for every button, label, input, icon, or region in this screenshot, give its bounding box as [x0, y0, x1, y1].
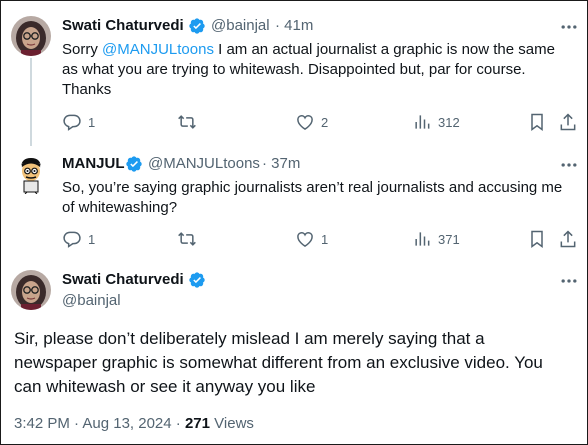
tweet-text-line2: as what you are trying to whitewash. Dis…	[62, 61, 526, 78]
tweet-time[interactable]: · 41m	[275, 17, 313, 34]
avatar-swati[interactable]	[11, 270, 51, 310]
main-tweet: Swati Chaturvedi @bainjal Sir, please do…	[0, 255, 588, 445]
view-count: 271	[184, 415, 210, 432]
like-icon	[297, 232, 313, 247]
reply-count: 1	[88, 231, 96, 247]
reply-icon	[63, 114, 81, 131]
retweet-button[interactable]	[177, 111, 197, 133]
main-tweet-text-line2: newspaper graphic is somewhat different …	[14, 353, 543, 372]
bookmark-icon	[531, 113, 543, 131]
retweet-icon	[178, 115, 196, 129]
tweet-time[interactable]: · 37m	[262, 155, 300, 172]
tweet-text-line1: I am an actual journalist a graphic is n…	[213, 41, 555, 58]
retweet-icon	[178, 232, 196, 246]
tweet-1[interactable]: Swati Chaturvedi @bainjal · 41m Sorry @M…	[0, 0, 588, 150]
author-handle[interactable]: @bainjal	[62, 292, 121, 309]
author-name[interactable]: Swati Chaturvedi	[62, 17, 184, 34]
tweet-meta: 3:42 PM · Aug 13, 2024 · 271 Views	[14, 415, 254, 432]
views-count: 371	[438, 231, 460, 247]
like-count: 2	[321, 114, 329, 130]
main-tweet-text-line3: can whitewash or see it anyway you like	[14, 377, 316, 396]
bookmark-button[interactable]	[527, 111, 547, 133]
share-icon	[560, 230, 576, 248]
verified-badge-icon[interactable]	[125, 155, 143, 173]
reply-icon	[63, 231, 81, 248]
verified-badge-icon[interactable]	[188, 271, 206, 289]
more-options-icon[interactable]	[559, 271, 579, 291]
reply-button[interactable]: 1	[62, 111, 95, 133]
mention-link[interactable]: @MANJULtoons	[102, 41, 214, 58]
verified-badge-icon[interactable]	[188, 17, 206, 35]
more-options-icon[interactable]	[559, 155, 579, 175]
views-count: 312	[438, 114, 460, 130]
tweet-text-line3: Thanks	[62, 81, 112, 98]
tweet-text: Sorry @MANJULtoons I am an actual journa…	[62, 40, 582, 100]
views-button[interactable]: 312	[412, 111, 460, 133]
reply-count: 1	[88, 114, 96, 130]
share-button[interactable]	[558, 228, 578, 250]
tweet-text-pre: Sorry	[62, 41, 103, 58]
views-label: Views	[214, 415, 254, 432]
tweet-2[interactable]: MANJUL @MANJULtoons · 37m So, you’re say…	[0, 150, 588, 255]
like-button[interactable]: 1	[295, 228, 328, 250]
bookmark-icon	[531, 230, 543, 248]
retweet-button[interactable]	[177, 228, 197, 250]
thread-line	[30, 58, 32, 146]
avatar-swati[interactable]	[11, 16, 51, 56]
like-icon	[297, 115, 313, 130]
views-icon	[415, 232, 430, 246]
tweet-actions: 1 1 371	[62, 228, 578, 250]
main-tweet-text-line1: Sir, please don’t deliberately mislead I…	[14, 329, 485, 348]
author-name[interactable]: MANJUL	[62, 155, 125, 172]
more-options-icon[interactable]	[559, 17, 579, 37]
author-name[interactable]: Swati Chaturvedi	[62, 271, 184, 288]
reply-button[interactable]: 1	[62, 228, 95, 250]
tweet-text-line2: of whitewashing?	[62, 199, 178, 216]
views-button[interactable]: 371	[412, 228, 460, 250]
avatar-manjul[interactable]	[11, 154, 51, 194]
tweet-actions: 1 2 312	[62, 111, 578, 133]
main-tweet-text: Sir, please don’t deliberately mislead I…	[14, 327, 579, 399]
like-count: 1	[321, 231, 329, 247]
tweet-timestamp[interactable]: 3:42 PM · Aug 13, 2024 ·	[14, 415, 181, 432]
share-button[interactable]	[558, 111, 578, 133]
share-icon	[560, 113, 576, 131]
like-button[interactable]: 2	[295, 111, 328, 133]
author-handle[interactable]: @bainjal	[211, 17, 270, 34]
views-icon	[415, 115, 430, 129]
bookmark-button[interactable]	[527, 228, 547, 250]
tweet-text: So, you’re saying graphic journalists ar…	[62, 178, 586, 218]
tweet-text-line1: So, you’re saying graphic journalists ar…	[62, 179, 563, 196]
author-handle[interactable]: @MANJULtoons	[148, 155, 260, 172]
